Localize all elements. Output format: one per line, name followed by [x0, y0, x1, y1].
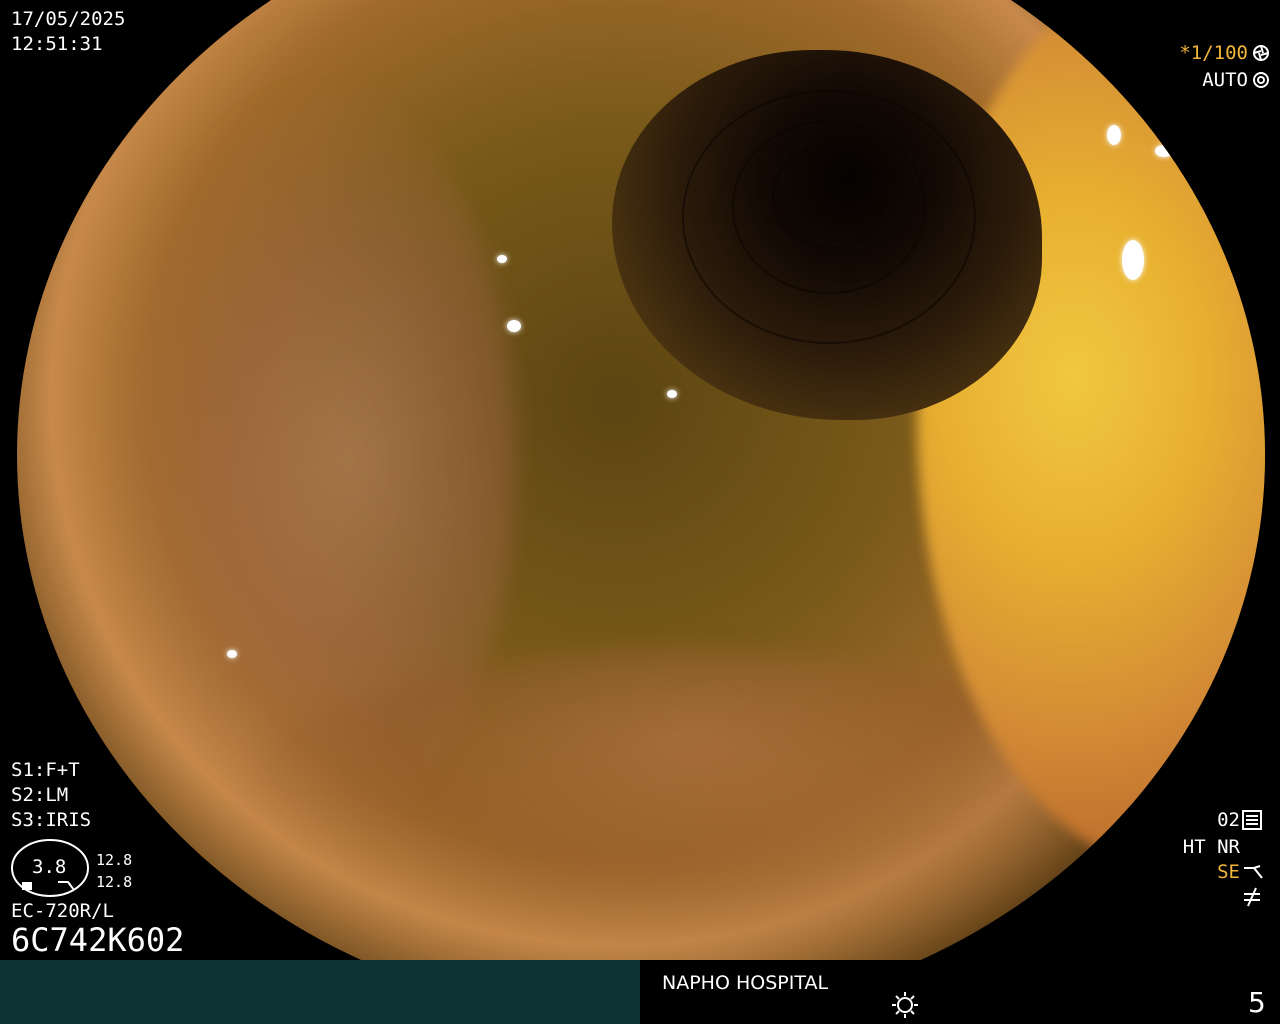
iris-value: 3.8	[32, 856, 67, 878]
lumen-ring	[772, 145, 886, 249]
filter-icon	[1244, 887, 1260, 907]
light-reflection	[507, 320, 521, 332]
value-bottom: 12.8	[96, 873, 133, 891]
date-label: 17/05/2025	[11, 8, 126, 30]
structure-enhance-indicator: SE	[1217, 860, 1266, 884]
footer-left-bar	[0, 960, 640, 1024]
switch-3-label: S3:IRIS	[11, 809, 92, 831]
light-reflection	[1122, 240, 1144, 280]
exposure-indicator: AUTO	[1202, 68, 1270, 92]
serial-number: 6C742K602	[11, 921, 185, 959]
switch-2-label: S2:LM	[11, 784, 69, 806]
light-reflection	[1107, 125, 1121, 145]
hospital-name: NAPHO HOSPITAL	[662, 972, 829, 994]
light-reflection	[1155, 145, 1173, 157]
endoscopic-image	[17, 0, 1265, 960]
page-number: 5	[1248, 986, 1266, 1019]
structure-enhance-icon	[1244, 865, 1263, 879]
iris-gauge: 3.8	[10, 838, 92, 898]
settings-icon	[1242, 810, 1262, 830]
light-reflection	[497, 255, 507, 263]
footer-right-bar: NAPHO HOSPITAL 5	[640, 960, 1280, 1024]
se-label: SE	[1217, 861, 1240, 883]
lumen	[612, 50, 1042, 420]
light-reflection	[227, 650, 237, 658]
exposure-mode-label: AUTO	[1202, 69, 1248, 91]
switch-1-label: S1:F+T	[11, 759, 80, 781]
brightness-icon	[892, 992, 918, 1018]
value-top: 12.8	[96, 851, 133, 869]
endoscopy-view	[0, 0, 1280, 960]
time-label: 12:51:31	[11, 33, 103, 55]
shutter-label: *1/100	[1179, 42, 1248, 64]
shutter-icon	[1253, 45, 1269, 61]
light-reflection	[667, 390, 677, 398]
scope-model-label: EC-720R/L	[11, 900, 114, 922]
mode-indicator: 02	[1217, 808, 1262, 832]
mode-label: 02	[1217, 809, 1240, 831]
ht-nr-label: HT NR	[1182, 836, 1240, 858]
shutter-indicator: *1/100	[1179, 41, 1270, 65]
auto-exposure-icon	[1253, 72, 1269, 88]
